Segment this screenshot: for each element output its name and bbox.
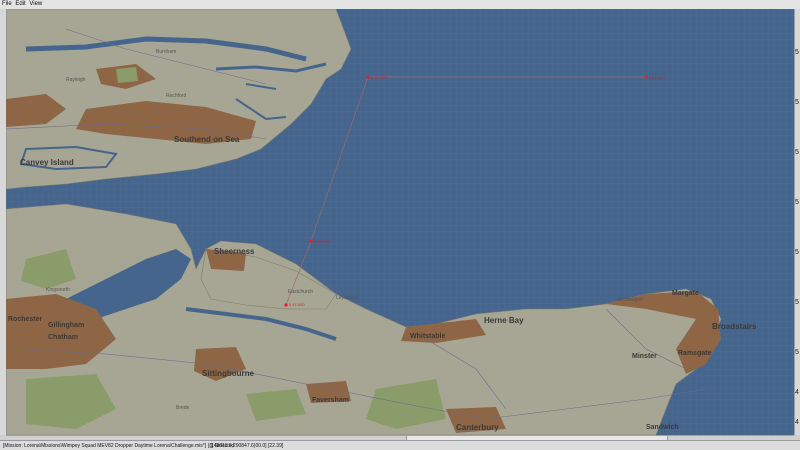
essex-woods — [116, 67, 138, 83]
label-chatham: Chatham — [48, 334, 78, 341]
label-kingsnorth: Kingsnorth — [46, 287, 70, 293]
menu-file[interactable]: File — [2, 1, 12, 7]
right-ruler: 5 5 5 5 5 5 5 4 4 — [794, 9, 800, 435]
waypoint-label: 0 47.000 — [649, 76, 665, 81]
status-coords: [(148611.0,290847.6)00.0] [22.39] — [208, 443, 284, 449]
menu-view[interactable]: View — [29, 1, 42, 7]
ruler-tick: 4 — [795, 389, 799, 396]
status-mission: [Mission: Lorena\Missions\Wimpey Squad M… — [3, 443, 207, 449]
label-rochford: Rochford — [166, 93, 187, 99]
ruler-tick: 5 — [795, 349, 799, 356]
label-eastchurch: Eastchurch — [288, 289, 313, 295]
map-canvas[interactable]: 0 47.000 0 47.000 0 47.000 0 47.000 Sout… — [6, 9, 794, 435]
label-rayleigh: Rayleigh — [66, 77, 86, 83]
label-sittingbourne: Sittingbourne — [202, 369, 255, 378]
label-burnham: Burnham — [156, 49, 176, 55]
waypoint-marker[interactable] — [644, 75, 648, 79]
ruler-tick: 5 — [795, 299, 799, 306]
label-brede: Brede — [176, 405, 190, 411]
ruler-tick: 5 — [795, 199, 799, 206]
label-sandwich: Sandwich — [646, 424, 679, 431]
ruler-tick: 5 — [795, 149, 799, 156]
waypoint-marker[interactable] — [366, 75, 370, 79]
label-sheerness: Sheerness — [214, 247, 255, 256]
label-ramsgate: Ramsgate — [678, 350, 712, 357]
label-rochester: Rochester — [8, 316, 43, 323]
label-minster: Minster — [632, 353, 657, 360]
ruler-tick: 5 — [795, 249, 799, 256]
label-canvey: Canvey Island — [20, 158, 74, 167]
ruler-tick: 5 — [795, 49, 799, 56]
label-broadstairs: Broadstairs — [712, 322, 757, 331]
label-faversham: Faversham — [312, 397, 349, 404]
label-canterbury: Canterbury — [456, 423, 499, 432]
label-whitstable: Whitstable — [410, 333, 445, 340]
map-svg: 0 47.000 0 47.000 0 47.000 0 47.000 Sout… — [6, 9, 794, 435]
waypoint-marker[interactable] — [284, 303, 288, 307]
ruler-tick: 4 — [795, 419, 799, 426]
label-leysdown: Leysdown — [336, 295, 359, 301]
waypoint-marker[interactable] — [309, 239, 313, 243]
label-hernebay: Herne Bay — [484, 316, 524, 325]
menu-edit[interactable]: Edit — [15, 1, 25, 7]
ruler-tick: 5 — [795, 99, 799, 106]
waypoint-label: 0 47.000 — [314, 239, 330, 244]
label-gillingham: Gillingham — [48, 322, 84, 329]
label-birchington: Birchington — [618, 297, 643, 303]
label-southend: Southend on Sea — [174, 135, 240, 144]
waypoint-label: 0 47.000 — [371, 75, 387, 80]
waypoint-label: 0 47.000 — [289, 302, 305, 307]
label-margate: Margate — [672, 290, 699, 297]
status-bar: [Mission: Lorena\Missions\Wimpey Squad M… — [0, 440, 800, 450]
